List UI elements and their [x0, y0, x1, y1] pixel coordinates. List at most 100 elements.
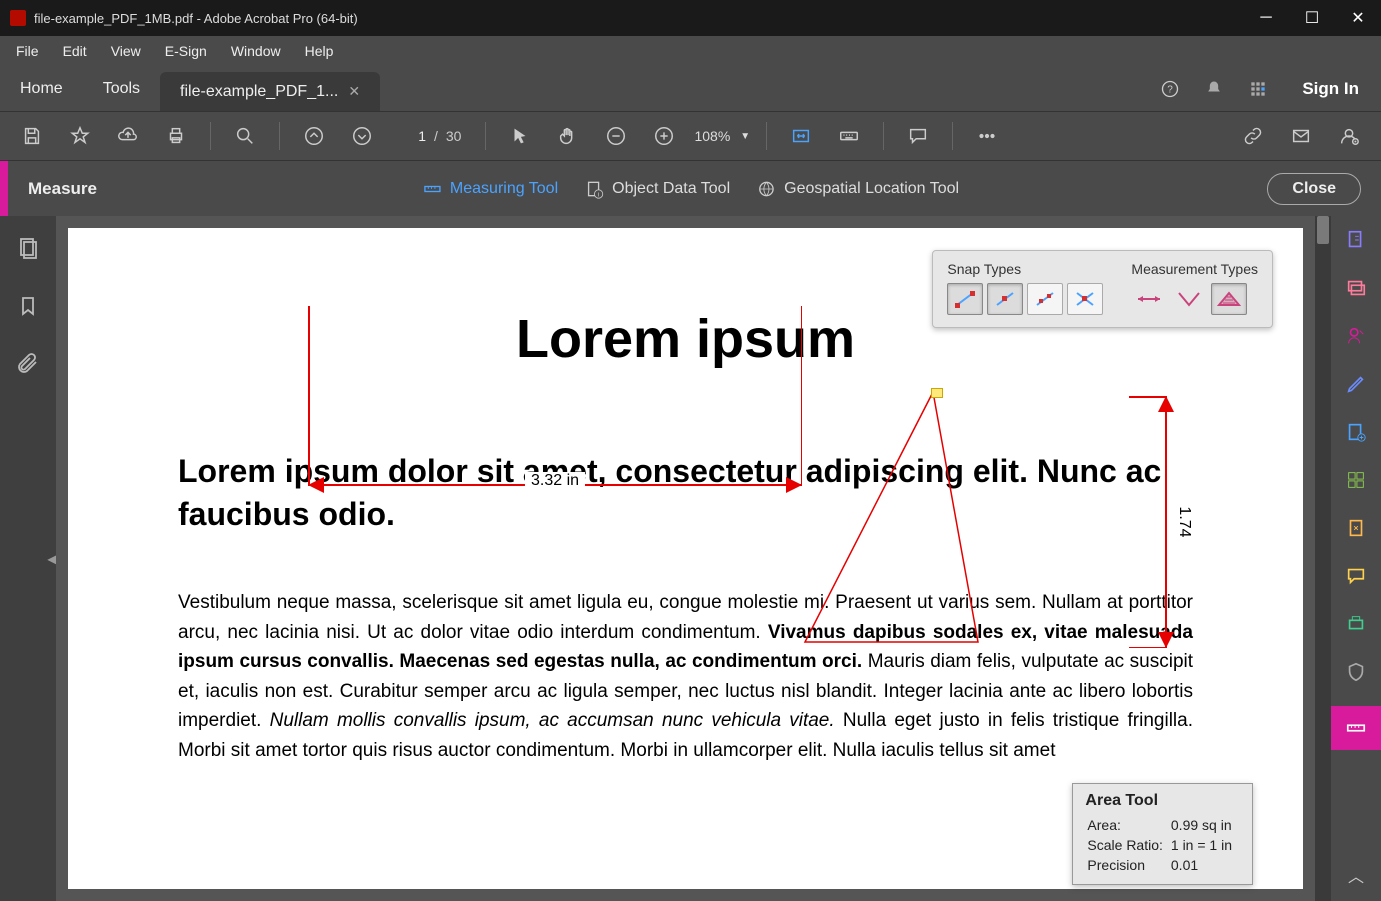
tab-tools[interactable]: Tools [83, 66, 160, 111]
annotation-note-icon[interactable] [931, 388, 943, 398]
notifications-icon[interactable] [1192, 66, 1236, 111]
area-tool-title: Area Tool [1085, 792, 1240, 810]
right-tool-rail: ︿ [1331, 216, 1381, 901]
print-production-icon[interactable] [1342, 610, 1370, 638]
close-tab-icon[interactable]: ✕ [348, 83, 360, 100]
tab-home[interactable]: Home [0, 66, 83, 111]
thumbnails-icon[interactable] [14, 234, 42, 262]
select-arrow-icon[interactable] [500, 116, 540, 156]
fit-width-icon[interactable] [781, 116, 821, 156]
page-sep: / [434, 128, 438, 144]
add-comment-icon[interactable] [1342, 562, 1370, 590]
measure-label: Measure [8, 179, 97, 199]
geospatial-tool-label: Geospatial Location Tool [784, 180, 959, 198]
menu-file[interactable]: File [4, 39, 51, 63]
request-signatures-icon[interactable] [1342, 322, 1370, 350]
document-viewport[interactable]: Lorem ipsum Lorem ipsum dolor sit amet, … [56, 216, 1315, 901]
attachments-icon[interactable] [14, 350, 42, 378]
measure-tool-icon[interactable] [1331, 706, 1381, 750]
precision-value: 0.01 [1171, 856, 1238, 874]
apps-icon[interactable] [1236, 66, 1280, 111]
page-number-input[interactable] [396, 124, 430, 148]
menu-window[interactable]: Window [219, 39, 293, 63]
document-body: Vestibulum neque massa, scelerisque sit … [178, 588, 1193, 765]
body-text-italic: Nullam mollis convallis ipsum, ac accums… [270, 710, 835, 731]
scrollbar-thumb[interactable] [1317, 216, 1329, 244]
close-measure-button[interactable]: Close [1267, 173, 1361, 205]
print-icon[interactable] [156, 116, 196, 156]
more-icon[interactable] [967, 116, 1007, 156]
menu-help[interactable]: Help [293, 39, 346, 63]
link-share-icon[interactable] [1233, 116, 1273, 156]
measuring-tool-button[interactable]: Measuring Tool [422, 179, 558, 199]
search-icon[interactable] [225, 116, 265, 156]
area-tool-button[interactable] [1211, 283, 1247, 315]
help-icon[interactable]: ? [1148, 66, 1192, 111]
zoom-in-icon[interactable] [644, 116, 684, 156]
area-tool-tooltip: Area Tool Area:0.99 sq in Scale Ratio:1 … [1072, 783, 1253, 885]
measure-accent [0, 161, 8, 216]
precision-label: Precision [1087, 856, 1168, 874]
hand-pan-icon[interactable] [548, 116, 588, 156]
area-measurement-shape[interactable] [803, 390, 983, 655]
snap-intersection-button[interactable] [1067, 283, 1103, 315]
vertical-dimension[interactable]: 1.74 [1165, 396, 1167, 648]
geospatial-tool-button[interactable]: Geospatial Location Tool [756, 179, 959, 199]
snap-endpoint-button[interactable] [947, 283, 983, 315]
vertical-dimension-label: 1.74 [1173, 506, 1195, 537]
title-bar: file-example_PDF_1MB.pdf - Adobe Acrobat… [0, 0, 1381, 36]
chevron-down-icon: ▼ [740, 131, 750, 142]
bookmarks-icon[interactable] [14, 292, 42, 320]
maximize-button[interactable]: ☐ [1289, 0, 1335, 36]
export-pdf-icon[interactable] [1342, 418, 1370, 446]
window-title: file-example_PDF_1MB.pdf - Adobe Acrobat… [34, 11, 1243, 26]
vertical-scrollbar[interactable] [1315, 216, 1331, 901]
horizontal-dimension[interactable]: 3.32 in [308, 306, 802, 308]
zoom-out-icon[interactable] [596, 116, 636, 156]
minimize-button[interactable]: ─ [1243, 0, 1289, 36]
distance-tool-button[interactable] [1131, 283, 1167, 315]
object-data-tool-button[interactable]: i Object Data Tool [584, 179, 730, 199]
collapse-rail-icon[interactable]: ︿ [1342, 861, 1370, 889]
sign-in-button[interactable]: Sign In [1280, 66, 1381, 111]
snap-midpoint-button[interactable] [987, 283, 1023, 315]
page-up-icon[interactable] [294, 116, 334, 156]
scale-value: 1 in = 1 in [1171, 836, 1238, 854]
workspace: ◀ Lorem ipsum Lorem ipsum dolor sit amet… [0, 216, 1381, 901]
tab-document[interactable]: file-example_PDF_1... ✕ [160, 72, 380, 111]
combine-files-icon[interactable] [1342, 274, 1370, 302]
menu-edit[interactable]: Edit [51, 39, 99, 63]
edit-pdf-icon[interactable] [1342, 370, 1370, 398]
create-pdf-icon[interactable] [1342, 226, 1370, 254]
tab-bar: Home Tools file-example_PDF_1... ✕ ? Sig… [0, 66, 1381, 112]
menu-view[interactable]: View [99, 39, 153, 63]
snap-path-button[interactable] [1027, 283, 1063, 315]
page-down-icon[interactable] [342, 116, 382, 156]
protect-icon[interactable] [1342, 658, 1370, 686]
menu-bar: File Edit View E-Sign Window Help [0, 36, 1381, 66]
keyboard-icon[interactable] [829, 116, 869, 156]
close-window-button[interactable]: ✕ [1335, 0, 1381, 36]
save-icon[interactable] [12, 116, 52, 156]
app-icon [10, 10, 26, 26]
organize-pages-icon[interactable] [1342, 466, 1370, 494]
zoom-dropdown[interactable]: 108% ▼ [688, 128, 756, 144]
compress-pdf-icon[interactable] [1342, 514, 1370, 542]
cloud-upload-icon[interactable] [108, 116, 148, 156]
horizontal-dimension-label: 3.32 in [525, 472, 585, 490]
measuring-tool-label: Measuring Tool [450, 180, 558, 198]
document-subtitle: Lorem ipsum dolor sit amet, consectetur … [178, 450, 1193, 536]
measurement-options-panel[interactable]: Snap Types Measurement Types [932, 250, 1273, 328]
tab-document-label: file-example_PDF_1... [180, 83, 338, 101]
comment-icon[interactable] [898, 116, 938, 156]
email-icon[interactable] [1281, 116, 1321, 156]
area-label: Area: [1087, 816, 1168, 834]
star-icon[interactable] [60, 116, 100, 156]
object-data-tool-label: Object Data Tool [612, 180, 730, 198]
measure-toolbar: Measure Measuring Tool i Object Data Too… [0, 160, 1381, 216]
main-toolbar: / 30 108% ▼ [0, 112, 1381, 160]
area-value: 0.99 sq in [1171, 816, 1238, 834]
account-icon[interactable] [1329, 116, 1369, 156]
menu-esign[interactable]: E-Sign [153, 39, 219, 63]
perimeter-tool-button[interactable] [1171, 283, 1207, 315]
